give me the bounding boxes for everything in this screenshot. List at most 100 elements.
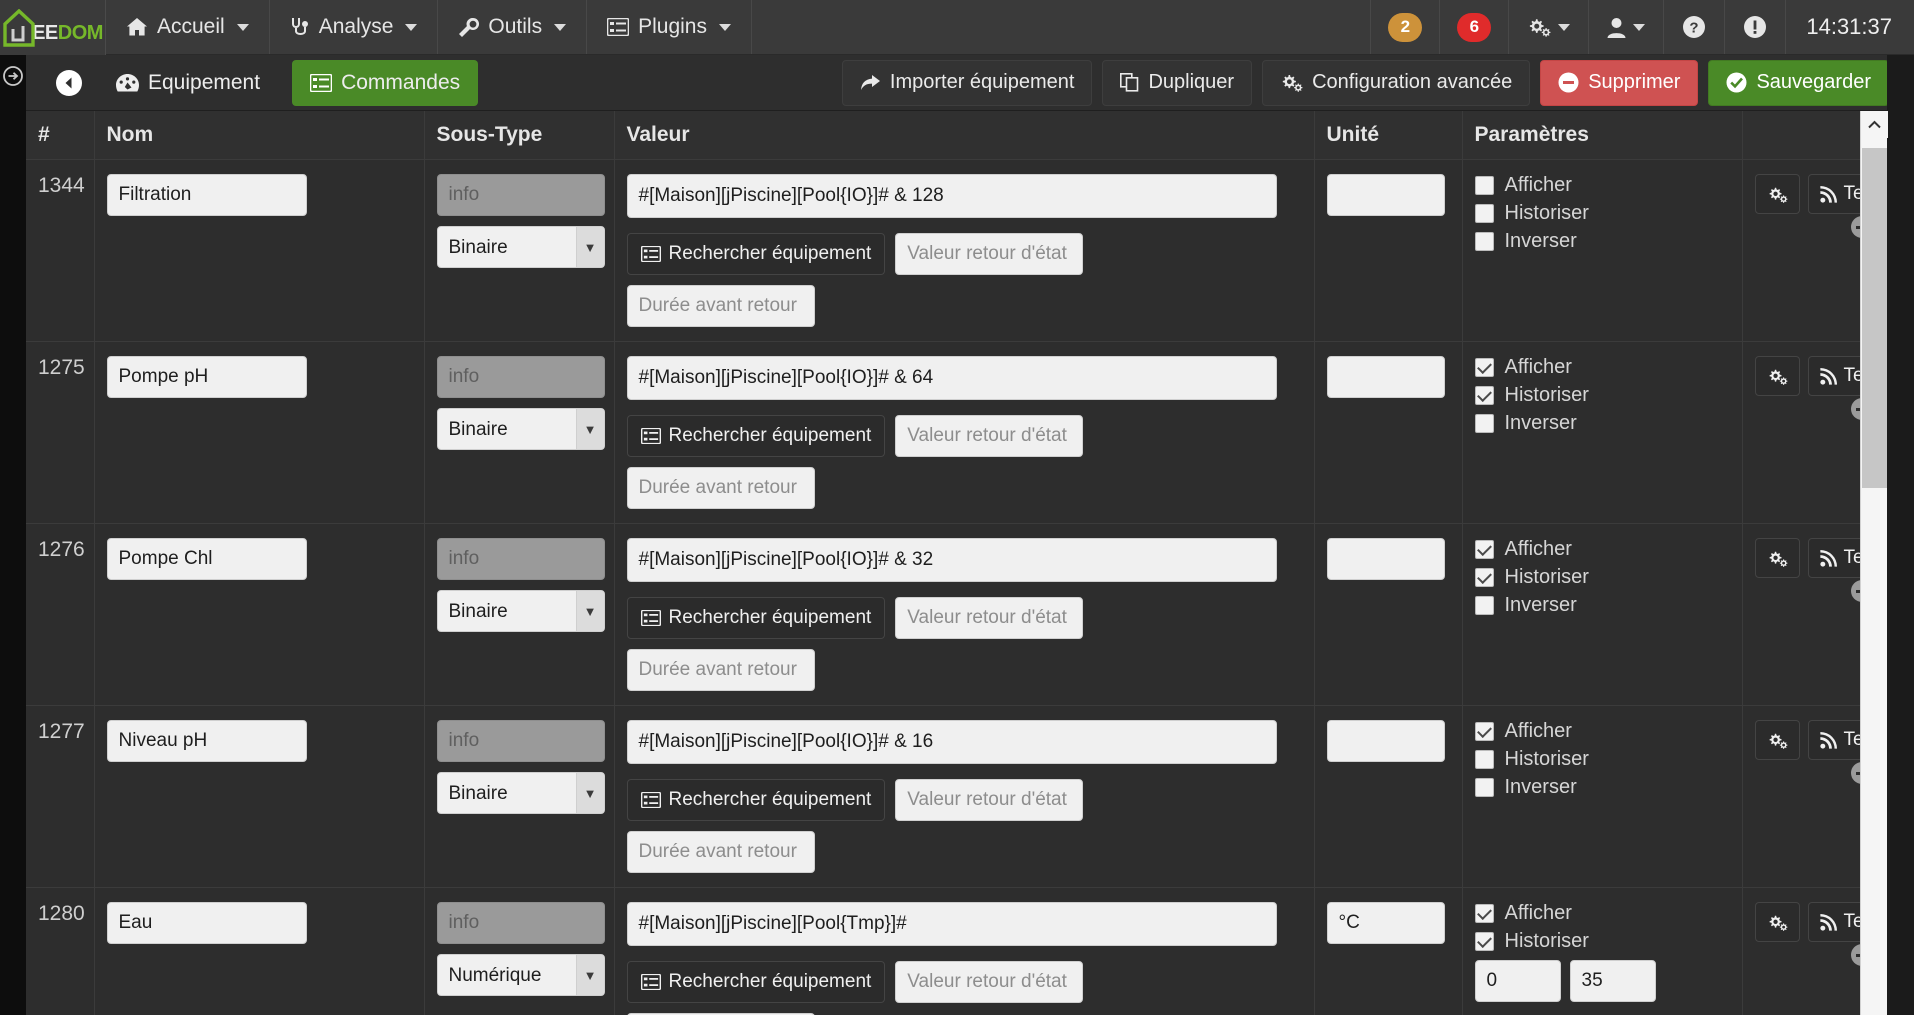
historiser-row[interactable]: Historiser <box>1474 384 1732 407</box>
command-type-input[interactable] <box>436 174 605 216</box>
inverser-checkbox[interactable] <box>1474 232 1494 251</box>
command-subtype-select[interactable]: Binaire <box>436 408 605 450</box>
command-unit-input[interactable] <box>1326 902 1445 944</box>
command-name-input[interactable] <box>106 720 307 762</box>
afficher-checkbox[interactable] <box>1474 540 1494 559</box>
inverser-row[interactable]: Inverser <box>1474 412 1732 435</box>
tab-equipement[interactable]: Equipement <box>98 60 278 106</box>
search-equipment-button[interactable]: Rechercher équipement <box>626 961 886 1003</box>
historiser-row[interactable]: Historiser <box>1474 202 1732 225</box>
historiser-checkbox[interactable] <box>1474 568 1494 587</box>
historiser-checkbox[interactable] <box>1474 750 1494 769</box>
state-return-delay-input[interactable] <box>626 831 815 873</box>
command-unit-input[interactable] <box>1326 174 1445 216</box>
command-type-input[interactable] <box>436 720 605 762</box>
inverser-checkbox[interactable] <box>1474 778 1494 797</box>
nav-help-button[interactable]: ? <box>1663 0 1724 54</box>
nav-item-outils[interactable]: Outils <box>438 0 588 54</box>
state-return-value-input[interactable] <box>895 415 1084 457</box>
state-return-delay-input[interactable] <box>626 467 815 509</box>
vertical-scrollbar[interactable] <box>1860 111 1888 1015</box>
command-unit-input[interactable] <box>1326 356 1445 398</box>
search-equipment-button[interactable]: Rechercher équipement <box>626 597 886 639</box>
share-icon <box>860 74 881 91</box>
delete-button[interactable]: Supprimer <box>1540 59 1699 106</box>
afficher-checkbox[interactable] <box>1474 904 1494 923</box>
error-badge[interactable]: 6 <box>1457 12 1492 42</box>
command-name-input[interactable] <box>106 356 307 398</box>
nav-gears-menu[interactable] <box>1508 0 1588 54</box>
inverser-row[interactable]: Inverser <box>1474 776 1732 799</box>
nav-item-analyse[interactable]: Analyse <box>270 0 439 54</box>
arrow-circle-left-icon[interactable] <box>54 68 84 98</box>
command-name-input[interactable] <box>106 902 307 944</box>
state-return-value-input[interactable] <box>895 779 1084 821</box>
chevron-up-icon[interactable] <box>1861 111 1888 138</box>
import-equipment-button[interactable]: Importer équipement <box>841 59 1093 106</box>
command-value-input[interactable]: #[Maison][jPiscine][Pool{IO}]# & 16 <box>626 720 1277 764</box>
historiser-checkbox[interactable] <box>1474 204 1494 223</box>
afficher-checkbox[interactable] <box>1474 358 1494 377</box>
command-subtype-select[interactable]: Binaire <box>436 590 605 632</box>
command-name-input[interactable] <box>106 174 307 216</box>
command-value-input[interactable]: #[Maison][jPiscine][Pool{Tmp}]# <box>626 902 1277 946</box>
command-type-input[interactable] <box>436 902 605 944</box>
afficher-row[interactable]: Afficher <box>1474 356 1732 379</box>
min-value-input[interactable] <box>1474 960 1561 1002</box>
inverser-row[interactable]: Inverser <box>1474 594 1732 617</box>
afficher-row[interactable]: Afficher <box>1474 174 1732 197</box>
max-value-input[interactable] <box>1569 960 1656 1002</box>
nav-item-accueil[interactable]: Accueil <box>106 0 270 54</box>
command-config-button[interactable] <box>1754 356 1800 396</box>
command-type-input[interactable] <box>436 356 605 398</box>
warning-badge-cell[interactable]: 2 <box>1370 0 1439 54</box>
command-value-input[interactable]: #[Maison][jPiscine][Pool{IO}]# & 128 <box>626 174 1277 218</box>
warning-badge[interactable]: 2 <box>1388 12 1423 42</box>
historiser-row[interactable]: Historiser <box>1474 748 1732 771</box>
command-config-button[interactable] <box>1754 720 1800 760</box>
command-config-button[interactable] <box>1754 538 1800 578</box>
historiser-row[interactable]: Historiser <box>1474 930 1732 953</box>
nav-user-menu[interactable] <box>1588 0 1663 54</box>
state-return-value-input[interactable] <box>895 597 1084 639</box>
search-equipment-button[interactable]: Rechercher équipement <box>626 415 886 457</box>
nav-item-plugins[interactable]: Plugins <box>587 0 752 54</box>
afficher-row[interactable]: Afficher <box>1474 538 1732 561</box>
duplicate-button[interactable]: Dupliquer <box>1102 59 1253 106</box>
command-config-button[interactable] <box>1754 174 1800 214</box>
inverser-checkbox[interactable] <box>1474 414 1494 433</box>
search-equipment-button[interactable]: Rechercher équipement <box>626 779 886 821</box>
command-type-input[interactable] <box>436 538 605 580</box>
brand-logo[interactable]: EEDOM <box>0 0 106 55</box>
tab-commandes[interactable]: Commandes <box>292 59 479 106</box>
afficher-checkbox[interactable] <box>1474 176 1494 195</box>
advanced-config-button[interactable]: Configuration avancée <box>1262 59 1531 106</box>
afficher-row[interactable]: Afficher <box>1474 902 1732 925</box>
command-unit-input[interactable] <box>1326 538 1445 580</box>
command-name-input[interactable] <box>106 538 307 580</box>
state-return-delay-input[interactable] <box>626 285 815 327</box>
state-return-value-input[interactable] <box>895 961 1084 1003</box>
inverser-row[interactable]: Inverser <box>1474 230 1732 253</box>
command-value-input[interactable]: #[Maison][jPiscine][Pool{IO}]# & 32 <box>626 538 1277 582</box>
search-equipment-button[interactable]: Rechercher équipement <box>626 233 886 275</box>
inverser-checkbox[interactable] <box>1474 596 1494 615</box>
historiser-row[interactable]: Historiser <box>1474 566 1732 589</box>
command-subtype-select[interactable]: Binaire <box>436 226 605 268</box>
historiser-checkbox[interactable] <box>1474 386 1494 405</box>
state-return-delay-input[interactable] <box>626 649 815 691</box>
command-value-input[interactable]: #[Maison][jPiscine][Pool{IO}]# & 64 <box>626 356 1277 400</box>
command-unit-input[interactable] <box>1326 720 1445 762</box>
historiser-checkbox[interactable] <box>1474 932 1494 951</box>
command-config-button[interactable] <box>1754 902 1800 942</box>
afficher-checkbox[interactable] <box>1474 722 1494 741</box>
nav-alert-button[interactable] <box>1724 0 1785 54</box>
arrow-circle-right-icon[interactable] <box>2 65 24 87</box>
scrollbar-thumb[interactable] <box>1862 148 1887 488</box>
command-subtype-select[interactable]: Numérique <box>436 954 605 996</box>
afficher-row[interactable]: Afficher <box>1474 720 1732 743</box>
state-return-value-input[interactable] <box>895 233 1084 275</box>
save-button[interactable]: Sauvegarder <box>1708 59 1889 106</box>
error-badge-cell[interactable]: 6 <box>1439 0 1508 54</box>
command-subtype-select[interactable]: Binaire <box>436 772 605 814</box>
